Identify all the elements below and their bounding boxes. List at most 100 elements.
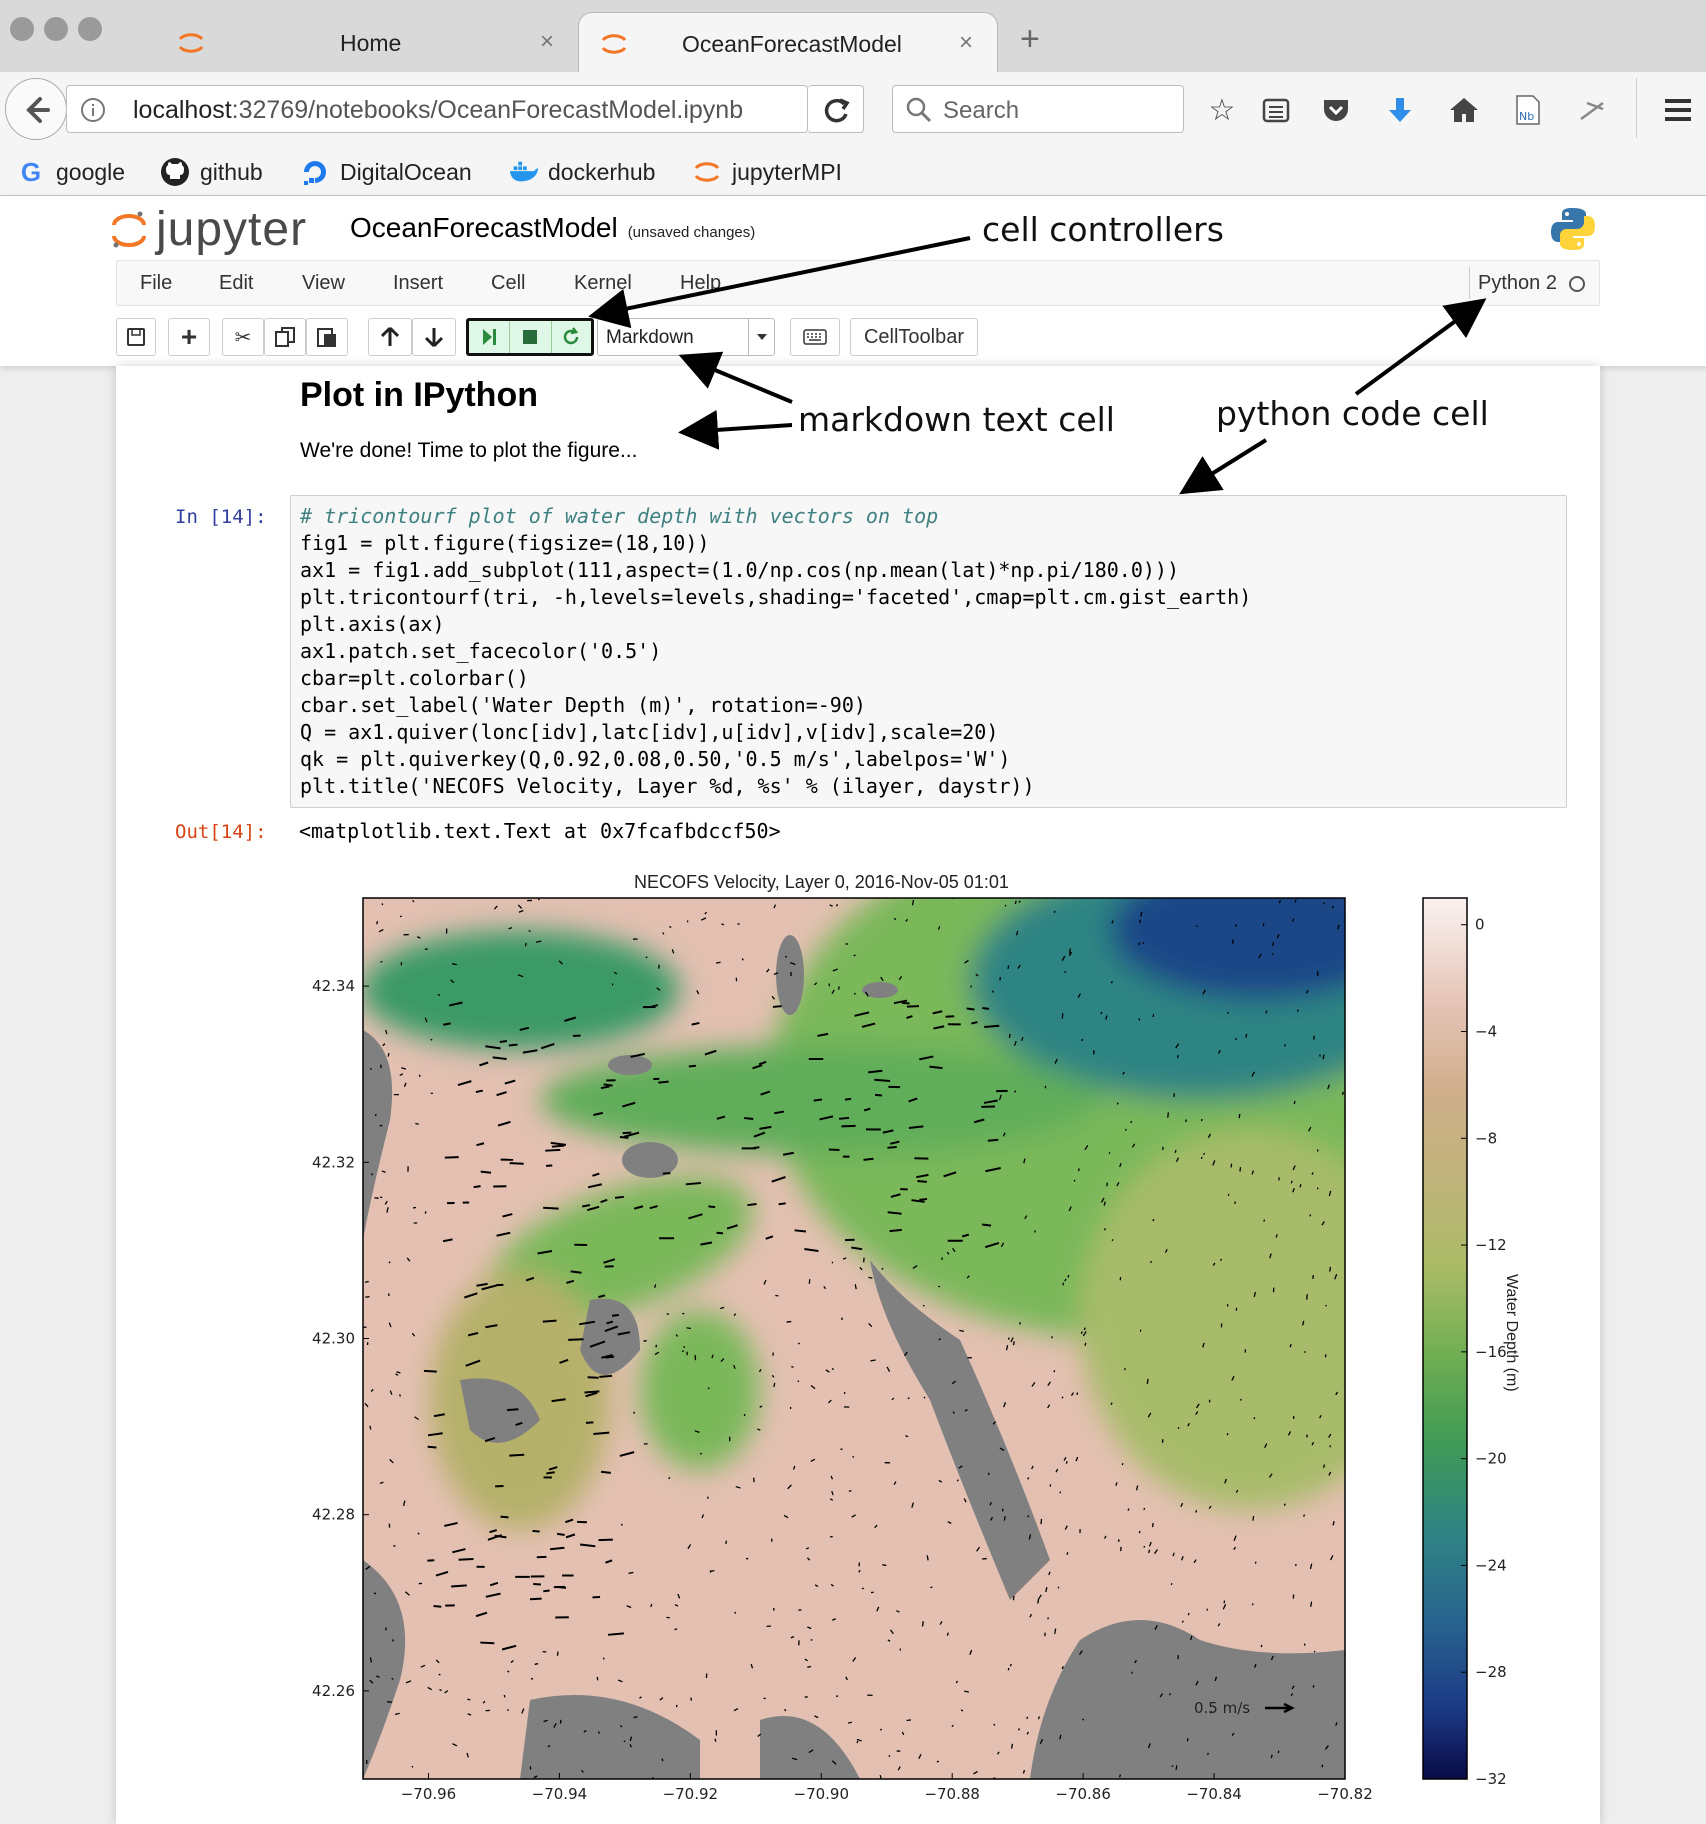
velocity-vector bbox=[838, 1116, 850, 1120]
velocity-vector bbox=[1253, 1417, 1256, 1420]
velocity-vector bbox=[507, 1670, 510, 1673]
velocity-vector bbox=[984, 1024, 1000, 1028]
velocity-vector bbox=[1313, 1035, 1315, 1040]
velocity-vector bbox=[922, 1304, 925, 1307]
velocity-vector bbox=[1329, 1266, 1332, 1272]
x-tick-label: −70.96 bbox=[401, 1785, 457, 1803]
colorbar-tick-label: −4 bbox=[1475, 1022, 1497, 1040]
velocity-vector bbox=[1206, 1752, 1210, 1756]
velocity-vector bbox=[1167, 1112, 1170, 1118]
colorbar-tick-label: −32 bbox=[1475, 1770, 1507, 1788]
velocity-vector bbox=[745, 1557, 749, 1560]
velocity-vector bbox=[784, 955, 788, 958]
velocity-vector bbox=[1121, 1463, 1124, 1466]
velocity-vector bbox=[743, 1413, 746, 1417]
annotation-markdown-text-cell: markdown text cell bbox=[798, 400, 1115, 439]
velocity-vector bbox=[658, 1080, 669, 1084]
velocity-vector bbox=[835, 904, 839, 907]
velocity-vector bbox=[393, 1544, 396, 1548]
velocity-vector bbox=[1127, 1508, 1130, 1511]
velocity-vector bbox=[369, 1425, 372, 1430]
velocity-vector bbox=[797, 1342, 800, 1345]
colorbar-tick-label: −20 bbox=[1475, 1450, 1507, 1468]
velocity-vector bbox=[467, 1698, 471, 1701]
velocity-vector bbox=[1064, 970, 1067, 974]
velocity-vector bbox=[1073, 1179, 1076, 1182]
velocity-vector bbox=[1146, 1378, 1149, 1384]
x-tick-label: −70.92 bbox=[663, 1785, 719, 1803]
velocity-vector bbox=[945, 1015, 955, 1018]
velocity-vector bbox=[399, 915, 403, 918]
velocity-vector bbox=[669, 925, 672, 928]
velocity-vector bbox=[1306, 1434, 1308, 1438]
velocity-vector bbox=[1065, 1460, 1068, 1464]
velocity-vector bbox=[1278, 899, 1281, 904]
velocity-vector bbox=[708, 1205, 716, 1209]
velocity-vector bbox=[987, 1138, 999, 1142]
velocity-vector bbox=[1263, 1219, 1266, 1222]
velocity-vector bbox=[1176, 1054, 1179, 1059]
velocity-vector bbox=[451, 1584, 467, 1588]
velocity-vector bbox=[593, 1431, 610, 1436]
velocity-vector bbox=[874, 1078, 891, 1083]
y-axis-ticks: 42.34 42.32 42.30 42.28 42.26 bbox=[312, 977, 369, 1700]
velocity-vector bbox=[844, 1097, 852, 1101]
velocity-vector bbox=[690, 1697, 693, 1701]
velocity-vector bbox=[1111, 1239, 1114, 1242]
velocity-vector bbox=[879, 1728, 883, 1731]
velocity-vector bbox=[813, 1098, 823, 1102]
velocity-vector bbox=[380, 960, 383, 963]
velocity-vector bbox=[1081, 1038, 1084, 1042]
velocity-vector bbox=[1161, 1146, 1164, 1151]
velocity-vector bbox=[374, 1197, 379, 1199]
velocity-vector bbox=[524, 942, 527, 947]
velocity-vector bbox=[1044, 1085, 1047, 1089]
velocity-vector bbox=[1245, 1033, 1248, 1038]
velocity-vector bbox=[1026, 1716, 1029, 1720]
velocity-vector bbox=[946, 1632, 949, 1636]
velocity-vector bbox=[926, 1555, 929, 1561]
velocity-vector bbox=[1272, 941, 1275, 947]
velocity-vector bbox=[643, 1339, 647, 1342]
velocity-vector bbox=[1077, 1168, 1080, 1172]
velocity-vector bbox=[376, 920, 379, 925]
velocity-vector bbox=[1322, 1054, 1325, 1060]
velocity-vector bbox=[887, 1145, 897, 1149]
velocity-vector bbox=[966, 1007, 975, 1011]
velocity-vector bbox=[773, 1382, 776, 1388]
velocity-vector bbox=[853, 954, 856, 957]
colorbar-tick-label: −12 bbox=[1475, 1236, 1507, 1254]
velocity-vector bbox=[879, 1774, 882, 1779]
velocity-vector bbox=[686, 1327, 691, 1330]
velocity-vector bbox=[1195, 1510, 1198, 1513]
colorbar-tick-label: −28 bbox=[1475, 1663, 1507, 1681]
velocity-vector bbox=[433, 1605, 442, 1608]
velocity-vector bbox=[868, 1276, 873, 1279]
velocity-vector bbox=[905, 1435, 909, 1438]
velocity-vector bbox=[668, 1476, 671, 1480]
velocity-vector bbox=[532, 1529, 540, 1533]
velocity-vector bbox=[427, 1445, 437, 1449]
velocity-vector bbox=[1185, 1119, 1187, 1123]
quiver-key-label: 0.5 m/s bbox=[1194, 1699, 1250, 1717]
velocity-vector bbox=[500, 1515, 509, 1519]
velocity-vector bbox=[882, 1564, 887, 1567]
velocity-vector bbox=[852, 1455, 855, 1458]
velocity-vector bbox=[930, 1586, 933, 1589]
velocity-vector bbox=[1294, 899, 1297, 903]
velocity-vector bbox=[645, 956, 648, 959]
velocity-vector bbox=[1220, 1258, 1223, 1261]
velocity-vector bbox=[499, 1039, 508, 1043]
velocity-vector bbox=[387, 1052, 390, 1057]
velocity-vector bbox=[794, 1229, 807, 1233]
velocity-vector bbox=[1082, 1718, 1085, 1721]
velocity-vector bbox=[587, 1376, 599, 1379]
velocity-vector bbox=[917, 1179, 927, 1183]
velocity-vector bbox=[874, 1093, 883, 1097]
velocity-vector bbox=[1151, 1522, 1154, 1528]
velocity-vector bbox=[599, 1374, 613, 1378]
velocity-vector bbox=[1283, 1503, 1286, 1506]
velocity-vector bbox=[662, 932, 665, 935]
velocity-vector bbox=[688, 1064, 697, 1068]
velocity-vector bbox=[423, 1369, 437, 1373]
